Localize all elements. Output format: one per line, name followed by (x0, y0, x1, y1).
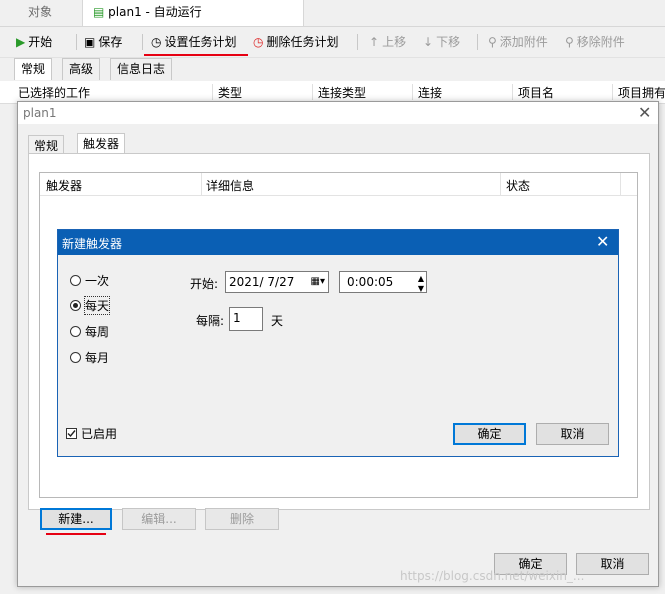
close-icon[interactable]: ✕ (596, 232, 609, 251)
plan-dialog-title: plan1 (23, 106, 57, 120)
move-down-button[interactable]: ↓ 下移 (423, 32, 460, 52)
red-underline-annotation (144, 54, 248, 56)
add-attachment-label: 添加附件 (499, 35, 548, 49)
column-divider (500, 173, 501, 195)
start-time-field[interactable]: 0:00:05 ▲ ▼ (339, 271, 427, 293)
tab-general[interactable]: 常规 (14, 58, 53, 80)
radio-monthly-label: 每月 (85, 351, 110, 365)
start-time-value: 0:00:05 (347, 275, 394, 289)
radio-weekly-label: 每周 (85, 325, 110, 339)
enabled-checkbox[interactable]: 已启用 (66, 425, 117, 442)
delete-schedule-button[interactable]: ◷ 删除任务计划 (253, 32, 339, 52)
floppy-disk-icon: ▣ (84, 35, 96, 49)
delete-trigger-button[interactable]: 删除 (205, 508, 279, 530)
move-down-label: 下移 (436, 35, 461, 49)
column-status[interactable]: 状态 (506, 177, 530, 194)
edit-trigger-button[interactable]: 编辑... (122, 508, 196, 530)
start-date-value: 2021/ 7/27 (229, 275, 295, 289)
interval-label: 每隔: (196, 314, 225, 328)
add-attachment-button[interactable]: ⚲ 添加附件 (488, 32, 548, 52)
ok-button[interactable]: 确定 (453, 423, 526, 445)
column-divider (312, 84, 313, 100)
arrow-up-icon: ↑ (369, 35, 380, 49)
radio-monthly-circle (70, 352, 81, 363)
toolbar-divider (76, 34, 77, 50)
trigger-list-header: 触发器 详细信息 状态 (40, 173, 637, 196)
document-tab-strip: 对象 ▤ plan1 - 自动运行 (0, 0, 665, 27)
red-underline-annotation (46, 533, 106, 535)
interval-input[interactable]: 1 (229, 307, 263, 331)
spin-down-icon[interactable]: ▼ (418, 279, 424, 299)
set-schedule-button[interactable]: ◷ 设置任务计划 (151, 32, 237, 52)
column-divider (212, 84, 213, 100)
move-up-button[interactable]: ↑ 上移 (369, 32, 406, 52)
paperclip-add-icon: ⚲ (488, 35, 497, 49)
column-project-owner[interactable]: 项目拥有 (618, 84, 665, 101)
arrow-down-icon: ↓ (423, 35, 434, 49)
play-icon: ▶ (16, 35, 26, 49)
column-divider (201, 173, 202, 195)
plan-dialog-titlebar: plan1 ✕ (18, 102, 658, 124)
paperclip-remove-icon: ⚲ (565, 35, 574, 49)
tab-plan1-label: plan1 - 自动运行 (108, 5, 202, 19)
toolbar: ▶ 开始 ▣ 保存 ◷ 设置任务计划 ◷ 删除任务计划 ↑ 上移 ↓ 下移 ⚲ … (0, 27, 665, 58)
column-divider (412, 84, 413, 100)
toolbar-divider (142, 34, 143, 50)
start-label: 开始 (28, 35, 53, 49)
new-trigger-dialog: 新建触发器 ✕ 一次 每天 每周 每月 开始: 2021/ 7/27 ▦▾ 0:… (57, 229, 619, 457)
column-divider (512, 84, 513, 100)
radio-weekly-circle (70, 326, 81, 337)
start-button[interactable]: ▶ 开始 (16, 32, 52, 52)
column-connection[interactable]: 连接 (418, 84, 442, 101)
schedule-plan-icon: ▤ (93, 5, 105, 19)
interval-value: 1 (233, 311, 241, 325)
start-date-picker[interactable]: 2021/ 7/27 ▦▾ (225, 271, 329, 293)
save-label: 保存 (98, 35, 123, 49)
move-up-label: 上移 (382, 35, 407, 49)
calendar-dropdown-icon[interactable]: ▦▾ (311, 272, 325, 292)
column-project-name[interactable]: 项目名 (518, 84, 554, 101)
new-trigger-button[interactable]: 新建... (40, 508, 112, 530)
column-type[interactable]: 类型 (218, 84, 242, 101)
cancel-button[interactable]: 取消 (576, 553, 649, 575)
delete-schedule-label: 删除任务计划 (266, 35, 339, 49)
cancel-button[interactable]: 取消 (536, 423, 609, 445)
column-details[interactable]: 详细信息 (206, 177, 254, 194)
close-icon[interactable]: ✕ (638, 103, 651, 122)
clock-delete-icon: ◷ (253, 35, 264, 49)
toolbar-divider (477, 34, 478, 50)
tab-info-log[interactable]: 信息日志 (110, 58, 173, 80)
column-connection-type[interactable]: 连接类型 (318, 84, 366, 101)
radio-monthly[interactable]: 每月 (70, 349, 109, 366)
watermark: https://blog.csdn.net/weixin_... (400, 569, 585, 583)
radio-daily-circle (70, 300, 81, 311)
column-divider (620, 173, 621, 195)
save-button[interactable]: ▣ 保存 (84, 32, 122, 52)
check-icon (67, 430, 76, 438)
column-divider (612, 84, 613, 100)
toolbar-divider (357, 34, 358, 50)
start-label: 开始: (190, 277, 219, 291)
set-schedule-label: 设置任务计划 (164, 35, 237, 49)
clock-icon: ◷ (151, 35, 162, 49)
new-trigger-titlebar: 新建触发器 ✕ (58, 230, 618, 255)
radio-daily-label: 每天 (83, 296, 111, 315)
remove-attachment-button[interactable]: ⚲ 移除附件 (565, 32, 625, 52)
tab-advanced[interactable]: 高级 (62, 58, 101, 80)
column-trigger[interactable]: 触发器 (46, 177, 82, 194)
radio-once-circle (70, 275, 81, 286)
new-trigger-title: 新建触发器 (62, 237, 123, 251)
tab-plan1[interactable]: ▤ plan1 - 自动运行 (82, 0, 304, 26)
interval-unit: 天 (271, 314, 284, 328)
radio-weekly[interactable]: 每周 (70, 323, 109, 340)
radio-daily[interactable]: 每天 (70, 296, 111, 315)
checkbox-box (66, 428, 77, 439)
remove-attachment-label: 移除附件 (576, 35, 625, 49)
column-selected-jobs[interactable]: 已选择的工作 (18, 84, 90, 101)
radio-once-label: 一次 (85, 274, 110, 288)
enabled-label: 已启用 (81, 427, 118, 441)
radio-once[interactable]: 一次 (70, 272, 109, 289)
